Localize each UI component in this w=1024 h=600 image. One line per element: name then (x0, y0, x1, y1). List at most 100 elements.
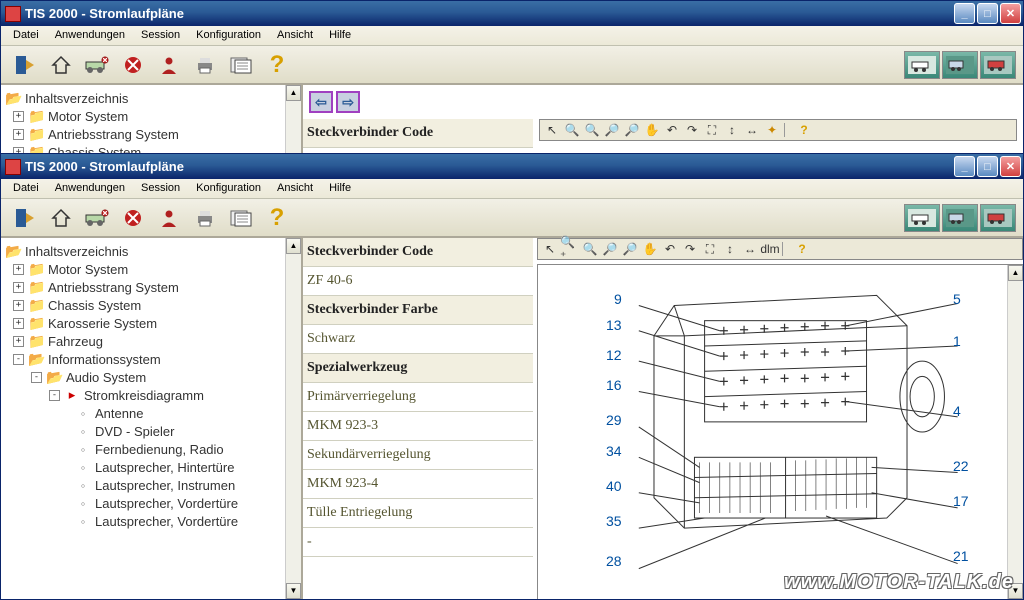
minimize-button[interactable]: _ (954, 3, 975, 24)
pointer-icon[interactable]: ↖ (540, 240, 560, 258)
expander-icon[interactable]: - (13, 354, 24, 365)
expander-icon[interactable]: + (13, 282, 24, 293)
help-icon[interactable]: ? (262, 50, 292, 80)
tree-item[interactable]: -📂Informationssystem (5, 350, 299, 368)
connector-diagram[interactable]: 9 13 12 16 29 34 40 35 28 5 1 4 22 17 21 (537, 264, 1023, 599)
minimize-button[interactable]: _ (954, 156, 975, 177)
vehicle-icon[interactable] (82, 203, 112, 233)
tree-leaf[interactable]: ◦Lautsprecher, Vordertüre (5, 494, 299, 512)
menu-konfiguration[interactable]: Konfiguration (188, 179, 269, 198)
exit-icon[interactable] (10, 203, 40, 233)
tree-root[interactable]: 📂Inhaltsverzeichnis (5, 89, 299, 107)
thumb1-button[interactable] (904, 204, 940, 232)
tree-item[interactable]: +📁Motor System (5, 260, 299, 278)
fit-icon[interactable]: ⛶ (700, 240, 720, 258)
menu-anwendungen[interactable]: Anwendungen (47, 179, 133, 198)
cancel-icon[interactable] (118, 50, 148, 80)
fit-v-icon[interactable]: ↕ (722, 121, 742, 139)
tree-leaf[interactable]: ◦Lautsprecher, Instrumen (5, 476, 299, 494)
zoom-out-icon[interactable]: 🔍 (582, 121, 602, 139)
tree-root[interactable]: 📂Inhaltsverzeichnis (5, 242, 299, 260)
maximize-button[interactable]: □ (977, 156, 998, 177)
news-icon[interactable] (226, 203, 256, 233)
help-icon[interactable]: ? (792, 240, 812, 258)
menu-hilfe[interactable]: Hilfe (321, 26, 359, 45)
print-icon[interactable] (190, 203, 220, 233)
sidebar-tree[interactable]: 📂Inhaltsverzeichnis +📁Motor System +📁Ant… (1, 237, 303, 599)
home-icon[interactable] (46, 203, 76, 233)
tree-item[interactable]: -▸Stromkreisdiagramm (5, 386, 299, 404)
close-button[interactable]: ✕ (1000, 156, 1021, 177)
menu-session[interactable]: Session (133, 26, 188, 45)
measure-icon[interactable]: dlm (760, 240, 780, 258)
fit-v-icon[interactable]: ↕ (720, 240, 740, 258)
tree-leaf[interactable]: ◦Fernbedienung, Radio (5, 440, 299, 458)
zoom-icon[interactable]: 🔎 (622, 121, 642, 139)
rotate-icon[interactable]: ↶ (662, 121, 682, 139)
thumb2-button[interactable] (942, 204, 978, 232)
expander-icon[interactable]: + (13, 336, 24, 347)
exit-icon[interactable] (10, 50, 40, 80)
tree-item[interactable]: +📁Chassis System (5, 296, 299, 314)
news-icon[interactable] (226, 50, 256, 80)
expander-icon[interactable]: + (13, 318, 24, 329)
pan-icon[interactable]: ✋ (642, 121, 662, 139)
zoom-icon[interactable]: 🔎 (600, 240, 620, 258)
vehicle-icon[interactable] (82, 50, 112, 80)
fit-icon[interactable]: ⛶ (702, 121, 722, 139)
tree-item[interactable]: +📁Antriebsstrang System (5, 125, 299, 143)
expander-icon[interactable]: + (13, 264, 24, 275)
thumb2-button[interactable] (942, 51, 978, 79)
pointer-icon[interactable]: ↖ (542, 121, 562, 139)
menu-anwendungen[interactable]: Anwendungen (47, 26, 133, 45)
tree-item[interactable]: +📁Antriebsstrang System (5, 278, 299, 296)
menu-datei[interactable]: Datei (5, 179, 47, 198)
scrollbar[interactable]: ▲▼ (285, 238, 301, 599)
close-button[interactable]: ✕ (1000, 3, 1021, 24)
nav-forward-button[interactable]: ⇨ (336, 91, 360, 113)
zoom-in-icon[interactable]: 🔍 (562, 121, 582, 139)
tree-leaf[interactable]: ◦Lautsprecher, Vordertüre (5, 512, 299, 530)
zoom-in-icon[interactable]: 🔍⁺ (560, 240, 580, 258)
zoom-out-icon[interactable]: 🔍 (580, 240, 600, 258)
help-icon[interactable]: ? (262, 203, 292, 233)
tree-item[interactable]: +📁Karosserie System (5, 314, 299, 332)
menu-datei[interactable]: Datei (5, 26, 47, 45)
tree-item[interactable]: -📂Audio System (5, 368, 299, 386)
fit-h-icon[interactable]: ↔ (740, 240, 760, 258)
pan-icon[interactable]: ✋ (640, 240, 660, 258)
fit-h-icon[interactable]: ↔ (742, 121, 762, 139)
tree-leaf[interactable]: ◦DVD - Spieler (5, 422, 299, 440)
thumb1-button[interactable] (904, 51, 940, 79)
rotate-icon[interactable]: ↶ (660, 240, 680, 258)
rotate-icon[interactable]: ↷ (682, 121, 702, 139)
expander-icon[interactable]: + (13, 300, 24, 311)
maximize-button[interactable]: □ (977, 3, 998, 24)
tree-item[interactable]: +📁Fahrzeug (5, 332, 299, 350)
thumb3-button[interactable] (980, 204, 1016, 232)
scrollbar[interactable]: ▲▼ (1007, 265, 1023, 599)
help-icon[interactable]: ? (794, 121, 814, 139)
zoom-icon[interactable]: 🔎 (620, 240, 640, 258)
zoom-icon[interactable]: 🔎 (602, 121, 622, 139)
print-icon[interactable] (190, 50, 220, 80)
menu-hilfe[interactable]: Hilfe (321, 179, 359, 198)
person-icon[interactable] (154, 203, 184, 233)
measure-icon[interactable]: ✦ (762, 121, 782, 139)
expander-icon[interactable]: + (13, 111, 24, 122)
tree-leaf[interactable]: ◦Lautsprecher, Hintertüre (5, 458, 299, 476)
menu-session[interactable]: Session (133, 179, 188, 198)
person-icon[interactable] (154, 50, 184, 80)
cancel-icon[interactable] (118, 203, 148, 233)
menu-ansicht[interactable]: Ansicht (269, 26, 321, 45)
tree-item[interactable]: +📁Motor System (5, 107, 299, 125)
home-icon[interactable] (46, 50, 76, 80)
nav-back-button[interactable]: ⇦ (309, 91, 333, 113)
expander-icon[interactable]: + (13, 129, 24, 140)
expander-icon[interactable]: - (49, 390, 60, 401)
menu-ansicht[interactable]: Ansicht (269, 179, 321, 198)
tree-leaf[interactable]: ◦Antenne (5, 404, 299, 422)
expander-icon[interactable]: - (31, 372, 42, 383)
rotate-icon[interactable]: ↷ (680, 240, 700, 258)
menu-konfiguration[interactable]: Konfiguration (188, 26, 269, 45)
